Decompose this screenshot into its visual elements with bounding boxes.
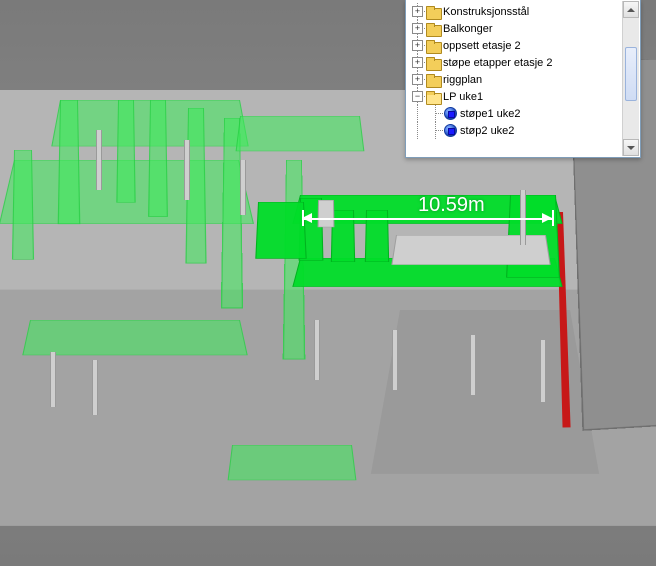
folder-icon (426, 91, 440, 103)
expand-toggle[interactable]: + (412, 40, 423, 51)
folder-icon (426, 40, 440, 52)
expand-toggle[interactable]: + (412, 57, 423, 68)
tree-item-label: støp2 uke2 (460, 125, 514, 137)
expand-toggle[interactable]: + (412, 6, 423, 17)
tree-item-label: støpe1 uke2 (460, 108, 521, 120)
tree-item-label: Konstruksjonsstål (443, 6, 529, 18)
node-icon (444, 124, 457, 137)
model-tree-panel: + Konstruksjonsstål + Balkonger + oppsett eta… (405, 0, 641, 158)
expand-toggle[interactable]: + (412, 23, 423, 34)
tree-item[interactable]: støp2 uke2 (406, 122, 638, 139)
scrollbar-vertical[interactable] (622, 1, 639, 156)
folder-icon (426, 6, 440, 18)
scroll-thumb[interactable] (625, 47, 637, 101)
expand-toggle[interactable]: + (412, 74, 423, 85)
scroll-down-button[interactable] (623, 139, 639, 156)
folder-icon (426, 57, 440, 69)
tree-item[interactable]: + riggplan (406, 71, 638, 88)
dimension-label: 10.59m (418, 194, 485, 217)
tree-item-label: LP uke1 (443, 91, 483, 103)
scroll-up-button[interactable] (623, 1, 639, 18)
tree-item-label: oppsett etasje 2 (443, 40, 521, 52)
folder-icon (426, 23, 440, 35)
tree-item-label: støpe etapper etasje 2 (443, 57, 552, 69)
tree-item-label: Balkonger (443, 23, 493, 35)
node-icon (444, 107, 457, 120)
model-tree[interactable]: + Konstruksjonsstål + Balkonger + oppsett eta… (406, 1, 640, 141)
tree-item[interactable]: støpe1 uke2 (406, 105, 638, 122)
collapse-toggle[interactable]: − (412, 91, 423, 102)
tree-item[interactable]: + Konstruksjonsstål (406, 3, 638, 20)
tree-item-label: riggplan (443, 74, 482, 86)
tree-item[interactable]: + Balkonger (406, 20, 638, 37)
folder-icon (426, 74, 440, 86)
tree-item[interactable]: − LP uke1 (406, 88, 638, 105)
tree-item[interactable]: + støpe etapper etasje 2 (406, 54, 638, 71)
tree-item[interactable]: + oppsett etasje 2 (406, 37, 638, 54)
